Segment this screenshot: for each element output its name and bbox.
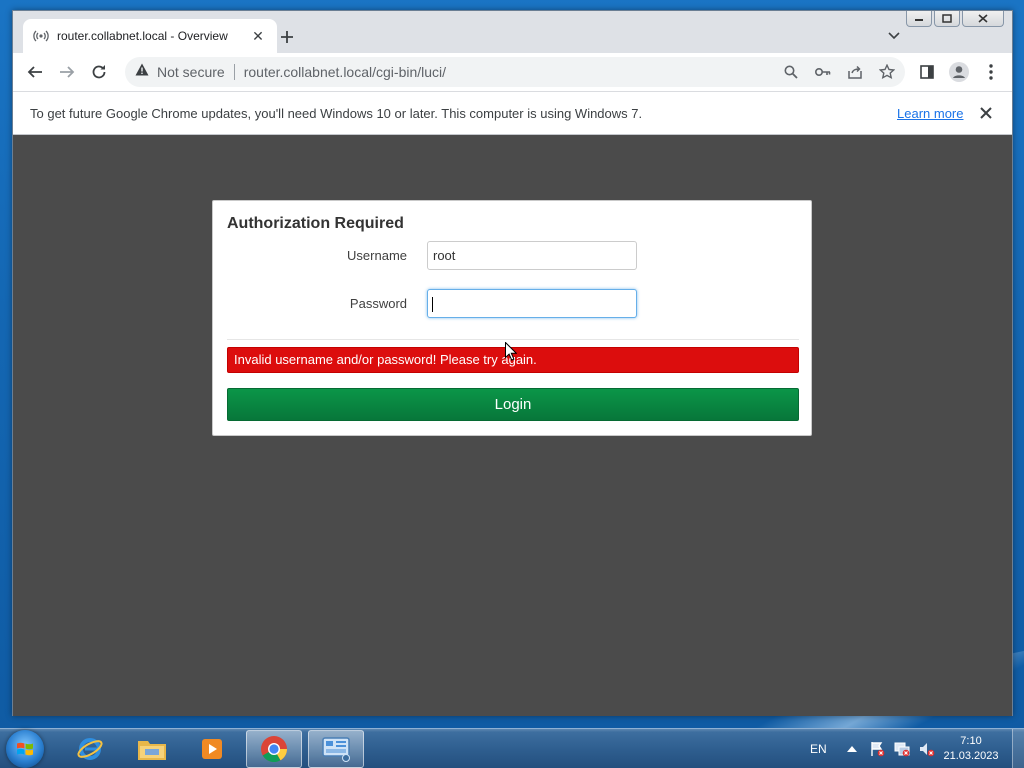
infobar-message: To get future Google Chrome updates, you…	[30, 105, 643, 121]
minimize-icon[interactable]	[906, 11, 932, 27]
clock-date: 21.03.2023	[943, 750, 999, 762]
network-icon[interactable]	[891, 738, 913, 760]
url-text[interactable]: router.collabnet.local/cgi-bin/luci/	[244, 64, 446, 80]
forward-arrow-icon[interactable]	[51, 56, 83, 88]
action-center-flag-icon[interactable]	[866, 738, 888, 760]
page-title: Authorization Required	[227, 215, 404, 232]
show-hidden-icons-icon[interactable]	[841, 738, 863, 760]
clock[interactable]: 7:10 21.03.2023	[936, 734, 1006, 764]
control-panel-icon[interactable]	[308, 730, 364, 768]
security-status[interactable]: Not secure	[157, 64, 225, 80]
omnibox-actions	[779, 57, 899, 87]
warning-triangle-icon[interactable]	[135, 63, 149, 81]
page-viewport: Authorization Required Username Password…	[13, 135, 1012, 716]
media-player-icon[interactable]	[184, 730, 240, 768]
password-field[interactable]	[427, 289, 637, 318]
maximize-icon[interactable]	[934, 11, 960, 27]
username-field[interactable]	[427, 241, 637, 270]
wireless-signal-icon	[33, 28, 49, 44]
browser-toolbar: Not secure router.collabnet.local/cgi-bi…	[13, 53, 1012, 91]
update-infobar: To get future Google Chrome updates, you…	[13, 91, 1012, 135]
address-bar[interactable]: Not secure router.collabnet.local/cgi-bi…	[125, 57, 905, 87]
new-tab-icon[interactable]	[275, 25, 299, 49]
side-panel-icon[interactable]	[911, 56, 943, 88]
chrome-icon[interactable]	[246, 730, 302, 768]
tab-close-icon[interactable]: ✕	[249, 28, 267, 45]
form-divider	[227, 339, 799, 340]
omnibox-divider	[233, 64, 235, 80]
internet-explorer-icon[interactable]	[62, 730, 118, 768]
tab-strip: router.collabnet.local - Overview ✕	[13, 11, 1012, 53]
login-panel: Authorization Required Username Password…	[212, 200, 812, 436]
reload-icon[interactable]	[83, 56, 115, 88]
toolbar-right-actions	[911, 56, 1007, 88]
search-zoom-icon[interactable]	[779, 60, 803, 84]
mouse-pointer-icon	[505, 341, 518, 366]
show-desktop-button[interactable]	[1012, 729, 1024, 768]
infobar-close-icon[interactable]	[977, 104, 995, 122]
tab-search-chevron-icon[interactable]	[885, 27, 903, 45]
close-window-icon[interactable]	[962, 11, 1004, 27]
window-controls	[906, 11, 1004, 27]
learn-more-link[interactable]: Learn more	[897, 106, 963, 121]
share-icon[interactable]	[843, 60, 867, 84]
clock-time: 7:10	[960, 735, 982, 747]
username-label: Username	[347, 248, 407, 263]
language-indicator[interactable]: EN	[810, 742, 827, 756]
bookmark-star-icon[interactable]	[875, 60, 899, 84]
volume-muted-icon[interactable]	[916, 738, 938, 760]
password-label: Password	[349, 296, 407, 311]
system-tray: EN	[800, 729, 941, 768]
menu-kebab-icon[interactable]	[975, 56, 1007, 88]
file-explorer-icon[interactable]	[124, 730, 180, 768]
password-key-icon[interactable]	[811, 60, 835, 84]
login-button[interactable]: Login	[227, 388, 799, 421]
windows-taskbar: EN 7:10 21.03.2023	[0, 728, 1024, 768]
start-button-icon[interactable]	[6, 730, 44, 768]
tab-router-overview[interactable]: router.collabnet.local - Overview ✕	[23, 19, 277, 53]
back-arrow-icon[interactable]	[19, 56, 51, 88]
profile-avatar-icon[interactable]	[943, 56, 975, 88]
tab-title: router.collabnet.local - Overview	[57, 29, 228, 43]
text-caret	[432, 297, 433, 312]
